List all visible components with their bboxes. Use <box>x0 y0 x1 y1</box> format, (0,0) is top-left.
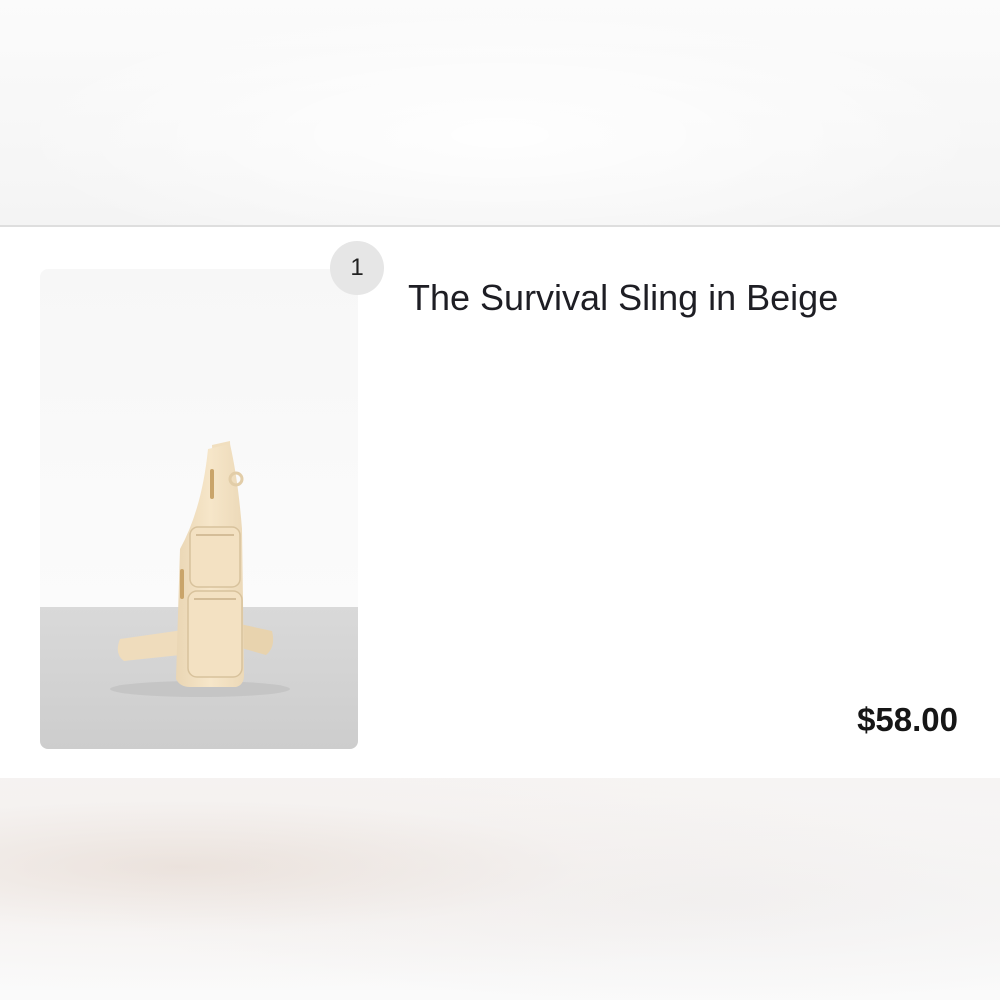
product-title[interactable]: The Survival Sling in Beige <box>408 277 838 319</box>
product-image[interactable] <box>40 269 358 749</box>
cart-line-item: 1 The Survival Sling in Beige $58.00 <box>0 227 1000 778</box>
product-price: $58.00 <box>857 701 958 738</box>
blurred-header-background <box>0 0 1000 225</box>
blurred-footer-background <box>0 778 1000 1000</box>
quantity-badge: 1 <box>330 241 384 295</box>
sling-bag-illustration <box>40 269 358 749</box>
